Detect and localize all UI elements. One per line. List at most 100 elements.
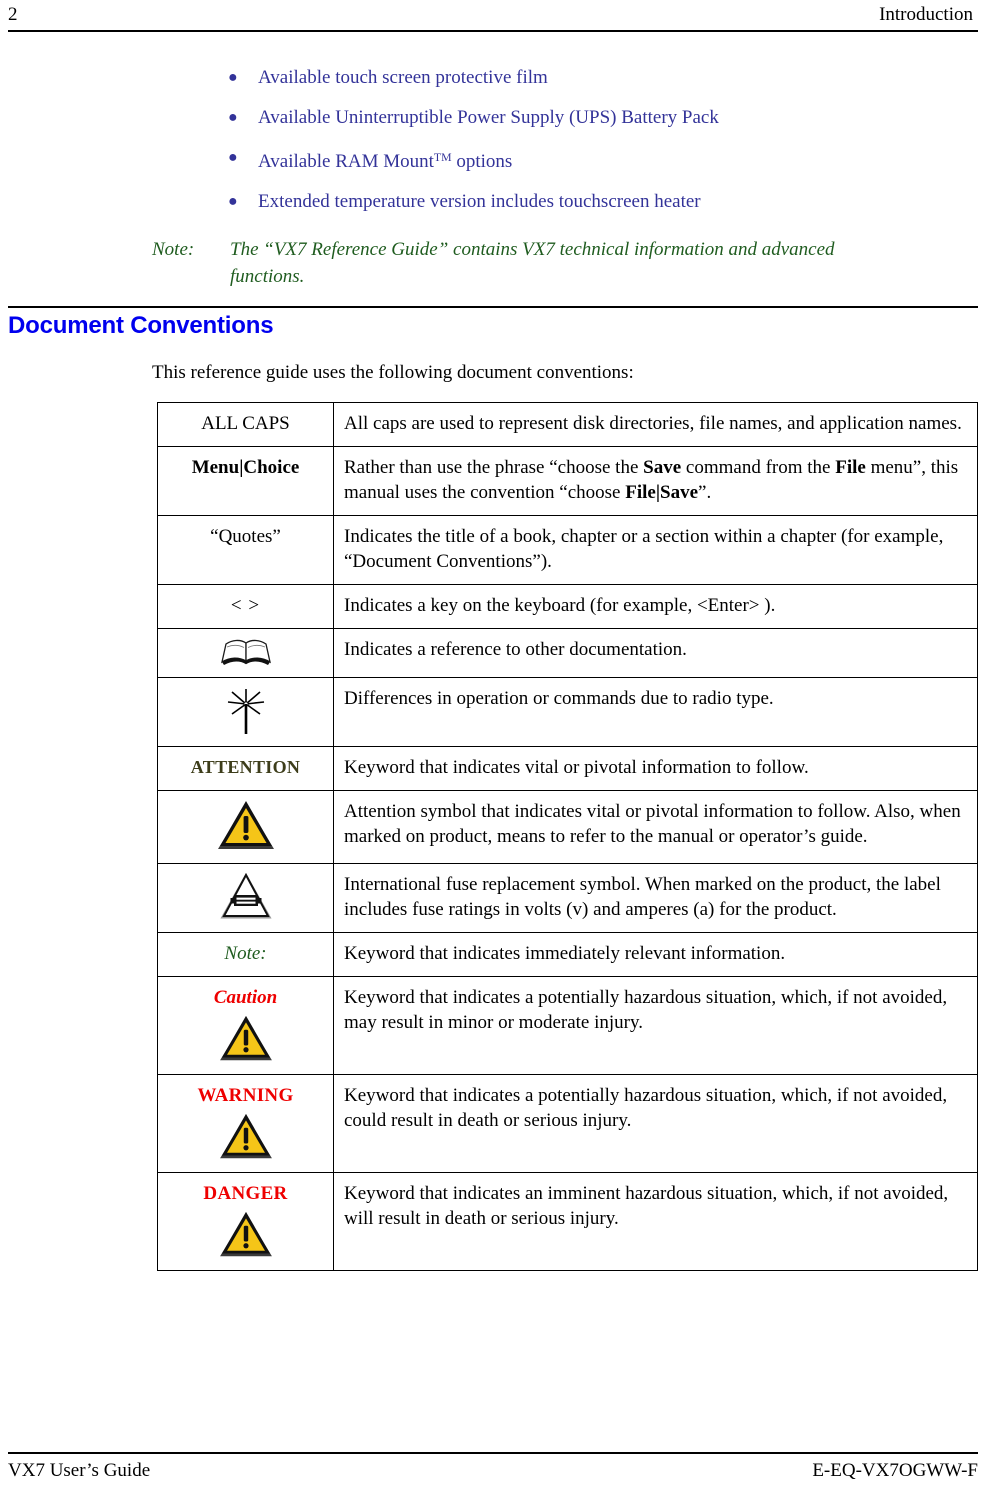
convention-description: Differences in operation or commands due… [344,688,774,709]
warning-triangle-icon [168,799,323,853]
convention-description-cell: All caps are used to represent disk dire… [333,402,978,447]
table-body: ALL CAPS All caps are used to represent … [157,402,978,1271]
table-row: WARNING Keyword that indicates a potenti… [157,1074,978,1173]
convention-term: ALL CAPS [201,413,290,434]
section-rule [8,306,978,308]
table-row: Note: Keyword that indicates immediately… [157,932,978,977]
convention-term-cell: Caution [157,976,334,1075]
bullet-dot-icon: ● [228,193,238,211]
convention-term-cell [157,628,334,678]
convention-term: Menu|Choice [191,457,300,478]
note-body: The “VX7 Reference Guide” contains VX7 t… [230,236,978,290]
document-page: 2 Introduction ● Available touch screen … [0,0,981,1493]
bullet-dot-icon: ● [228,109,238,126]
convention-term: < > [230,595,261,616]
list-item-label-tail: options [451,151,513,173]
bullet-dot-icon: ● [228,149,238,166]
convention-description-cell: Rather than use the phrase “choose the S… [333,446,978,516]
page-title: Document Conventions [8,312,274,339]
header-page-number: 2 [8,4,18,25]
header-rule [8,30,978,32]
convention-term: WARNING [197,1085,294,1106]
list-item: ● Extended temperature version includes … [228,190,968,214]
convention-description-cell: Attention symbol that indicates vital or… [333,790,978,864]
convention-description: All caps are used to represent disk dire… [344,413,962,434]
convention-description-cell: Keyword that indicates vital or pivotal … [333,746,978,791]
convention-description: Keyword that indicates immediately relev… [344,943,786,964]
table-row: Differences in operation or commands due… [157,677,978,747]
emphasis-text: File [835,457,866,478]
convention-term-cell: Note: [157,932,334,977]
plain-text: ”. [698,482,712,503]
fuse-triangle-icon [168,872,323,922]
footer-document-title: VX7 User’s Guide [8,1460,151,1481]
note-callout: Note: The “VX7 Reference Guide” contains… [152,236,978,290]
document-conventions-table: ALL CAPS All caps are used to represent … [157,402,978,1271]
convention-description: International fuse replacement symbol. W… [344,874,941,920]
table-row: Menu|Choice Rather than use the phrase “… [157,446,978,516]
list-item-label-main: Available RAM Mount [258,151,434,173]
table-row: International fuse replacement symbol. W… [157,863,978,933]
page-header: 2 Introduction [8,4,973,30]
convention-term-cell: WARNING [157,1074,334,1173]
convention-description: Indicates a key on the keyboard (for exa… [344,595,776,616]
convention-description-cell: Keyword that indicates an imminent hazar… [333,1172,978,1271]
convention-description: Keyword that indicates a potentially haz… [344,987,948,1033]
radio-antenna-icon [168,686,323,736]
feature-bullet-list: ● Available touch screen protective film… [228,66,968,230]
convention-description: Keyword that indicates a potentially haz… [344,1085,948,1131]
convention-term: ATTENTION [190,757,301,777]
convention-term: Caution [213,987,278,1008]
convention-description: Keyword that indicates vital or pivotal … [344,757,809,778]
convention-description-rich: Rather than use the phrase “choose the S… [344,455,967,505]
convention-description-cell: Differences in operation or commands due… [333,677,978,747]
convention-description-cell: Indicates a key on the keyboard (for exa… [333,584,978,629]
convention-description: Indicates the title of a book, chapter o… [344,526,944,572]
convention-term-cell: Menu|Choice [157,446,334,516]
plain-text: Rather than use the phrase “choose the [344,457,644,478]
convention-description: Keyword that indicates an imminent hazar… [344,1183,949,1229]
convention-term-cell: ALL CAPS [157,402,334,447]
warning-triangle-icon [168,1210,323,1260]
emphasis-text: Save [643,457,682,478]
convention-term-cell: < > [157,584,334,629]
list-item: ● Available Uninterruptible Power Supply… [228,106,968,130]
note-label: Note: [152,239,195,260]
convention-term: “Quotes” [210,526,281,547]
list-item: ● Available touch screen protective film [228,66,968,90]
convention-description-cell: International fuse replacement symbol. W… [333,863,978,933]
convention-description: Indicates a reference to other documenta… [344,639,687,660]
convention-term: DANGER [203,1183,288,1204]
table-row: Attention symbol that indicates vital or… [157,790,978,864]
table-row: < > Indicates a key on the keyboard (for… [157,584,978,629]
note-line-1: The “VX7 Reference Guide” contains VX7 t… [230,239,835,260]
convention-description-cell: Keyword that indicates a potentially haz… [333,976,978,1075]
header-chapter-title: Introduction [879,4,973,25]
trademark-superscript: TM [433,151,452,164]
convention-description-cell: Indicates the title of a book, chapter o… [333,515,978,585]
convention-term-cell: “Quotes” [157,515,334,585]
convention-description-cell: Keyword that indicates a potentially haz… [333,1074,978,1173]
table-row: ALL CAPS All caps are used to represent … [157,402,978,447]
convention-term-cell [157,790,334,864]
list-item-label: Extended temperature version includes to… [258,191,701,213]
table-row: Caution Keyword that indicates a potenti… [157,976,978,1075]
convention-term-cell: ATTENTION [157,746,334,791]
bullet-dot-icon: ● [228,69,238,86]
list-item: ● Available RAM MountTM options [228,146,968,174]
list-item-label: Available Uninterruptible Power Supply (… [258,107,719,128]
open-book-icon [168,637,323,667]
table-row: ATTENTION Keyword that indicates vital o… [157,746,978,791]
convention-description-cell: Keyword that indicates immediately relev… [333,932,978,977]
table-row: Indicates a reference to other documenta… [157,628,978,678]
footer-part-number: E-EQ-VX7OGWW-F [812,1460,978,1481]
convention-term-cell [157,677,334,747]
convention-description: Attention symbol that indicates vital or… [344,801,961,847]
warning-triangle-icon [168,1112,323,1162]
plain-text: command from the [681,457,836,478]
list-item-label: Available RAM MountTM options [258,146,968,174]
convention-term-cell [157,863,334,933]
list-item-label: Available touch screen protective film [258,67,548,88]
note-line-2: functions. [230,266,305,287]
convention-description-cell: Indicates a reference to other documenta… [333,628,978,678]
